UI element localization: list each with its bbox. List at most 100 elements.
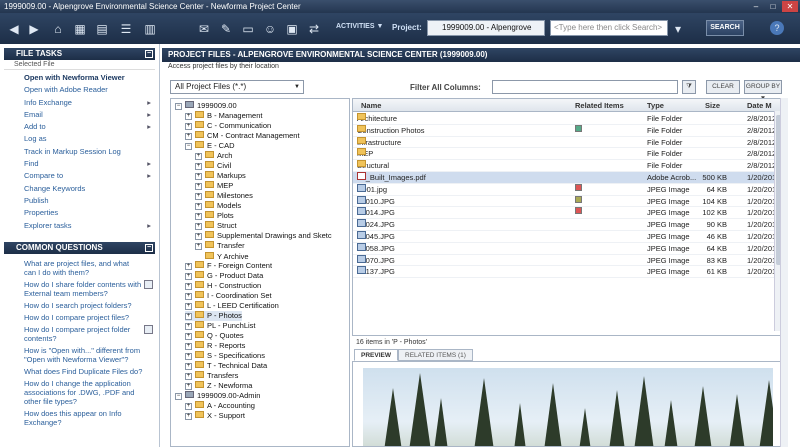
table-row[interactable]: Structural File Folder 2/8/2012 bbox=[353, 160, 781, 172]
group-by-button[interactable]: GROUP BY ▼ bbox=[744, 80, 782, 102]
file-tasks-header[interactable]: FILE TASKS − bbox=[4, 48, 155, 60]
expand-node-icon[interactable]: + bbox=[195, 163, 202, 170]
expand-node-icon[interactable]: + bbox=[185, 283, 192, 290]
related-item-icon[interactable] bbox=[575, 195, 582, 203]
expand-node-icon[interactable]: + bbox=[185, 413, 192, 420]
question-link[interactable]: How do I search project folders? bbox=[0, 301, 159, 310]
question-link[interactable]: How do I share folder contents with Exte… bbox=[0, 279, 159, 298]
expand-node-icon[interactable]: + bbox=[185, 323, 192, 330]
related-item-icon[interactable] bbox=[575, 207, 582, 215]
drawing-icon[interactable]: ✎ bbox=[218, 21, 234, 37]
tree-node[interactable]: + B - Management bbox=[185, 111, 262, 121]
tree-node[interactable]: + Models bbox=[195, 201, 241, 211]
close-button[interactable]: ✕ bbox=[782, 1, 798, 12]
task-item[interactable]: Properties bbox=[0, 207, 159, 219]
tree-node[interactable]: + Supplemental Drawings and Sketc bbox=[195, 231, 332, 241]
expand-node-icon[interactable]: + bbox=[195, 153, 202, 160]
task-item[interactable]: Open with Adobe Reader bbox=[0, 84, 159, 96]
table-row[interactable]: Construction Photos File Folder 2/8/2012 bbox=[353, 124, 781, 137]
common-questions-header[interactable]: COMMON QUESTIONS − bbox=[4, 241, 155, 254]
expand-node-icon[interactable]: + bbox=[185, 133, 192, 140]
column-name[interactable]: Name bbox=[361, 99, 381, 112]
folder-action-icon[interactable]: ✉ bbox=[196, 21, 212, 37]
tree-node[interactable]: Y Archive bbox=[195, 251, 249, 261]
expand-node-icon[interactable]: + bbox=[195, 213, 202, 220]
tree-node[interactable]: + Struct bbox=[195, 221, 237, 231]
projects-icon[interactable]: ▦ bbox=[72, 21, 88, 37]
tree-node[interactable]: + I - Coordination Set bbox=[185, 291, 272, 301]
expand-node-icon[interactable]: + bbox=[185, 303, 192, 310]
expand-node-icon[interactable]: + bbox=[185, 263, 192, 270]
tree-node[interactable]: + C - Communication bbox=[185, 121, 271, 131]
expand-node-icon[interactable]: + bbox=[185, 403, 192, 410]
expand-node-icon[interactable]: + bbox=[185, 333, 192, 340]
collapse-node-icon[interactable]: − bbox=[185, 143, 192, 150]
expand-node-icon[interactable]: + bbox=[195, 183, 202, 190]
question-link[interactable]: How do I change the application associat… bbox=[0, 379, 159, 406]
forward-icon[interactable]: ▶ bbox=[26, 21, 42, 37]
search-input[interactable]: <Type here then click Search> bbox=[550, 20, 668, 36]
tree-node[interactable]: + Markups bbox=[195, 171, 246, 181]
related-item-icon[interactable] bbox=[575, 183, 582, 191]
column-date-modified[interactable]: Date M bbox=[747, 99, 772, 112]
tree-node[interactable]: + Milestones bbox=[195, 191, 253, 201]
tree-node[interactable]: + G - Product Data bbox=[185, 271, 263, 281]
table-row[interactable]: Architecture File Folder 2/8/2012 bbox=[353, 113, 781, 125]
main-scrollbar[interactable] bbox=[780, 98, 788, 447]
project-selector[interactable]: 1999009.00 - Alpengrove bbox=[427, 20, 545, 36]
column-type[interactable]: Type bbox=[647, 99, 664, 112]
collapse-icon[interactable]: − bbox=[145, 243, 153, 252]
list-icon[interactable]: ☰ bbox=[118, 21, 134, 37]
table-row[interactable]: MEP File Folder 2/8/2012 bbox=[353, 148, 781, 161]
tree-node[interactable]: + H - Construction bbox=[185, 281, 261, 291]
tree-node[interactable]: − E - CAD bbox=[185, 141, 235, 151]
table-row[interactable]: LV014.JPG JPEG Image 102 KB 1/20/201 bbox=[353, 207, 781, 220]
expand-node-icon[interactable]: + bbox=[195, 193, 202, 200]
expand-node-icon[interactable]: + bbox=[185, 273, 192, 280]
table-row[interactable]: Infrastructure File Folder 2/8/2012 bbox=[353, 136, 781, 149]
tree-node[interactable]: + Transfer bbox=[195, 241, 245, 251]
tree-node[interactable]: + CM - Contract Management bbox=[185, 131, 300, 141]
expand-node-icon[interactable]: + bbox=[195, 223, 202, 230]
file-type-filter-select[interactable]: All Project Files (*.*) bbox=[170, 80, 304, 94]
tree-node[interactable]: + L - LEED Certification bbox=[185, 301, 279, 311]
minimize-button[interactable]: – bbox=[748, 1, 764, 12]
transfer-icon[interactable]: ⇄ bbox=[306, 21, 322, 37]
table-row[interactable]: lv001.jpg JPEG Image 64 KB 1/20/201 bbox=[353, 183, 781, 196]
related-item-icon[interactable] bbox=[575, 124, 582, 132]
tree-node[interactable]: − 1999009.00 bbox=[175, 101, 237, 111]
expand-node-icon[interactable]: + bbox=[185, 293, 192, 300]
task-item[interactable]: Log as bbox=[0, 133, 159, 145]
question-link[interactable]: How do I compare project folder contents… bbox=[0, 324, 159, 343]
table-row[interactable]: LV024.JPG JPEG Image 90 KB 1/20/201 bbox=[353, 219, 781, 231]
tree-node[interactable]: + PL - PunchList bbox=[185, 321, 256, 331]
back-icon[interactable]: ◀ bbox=[6, 21, 22, 37]
expand-node-icon[interactable]: + bbox=[185, 343, 192, 350]
table-row[interactable]: LV045.JPG JPEG Image 46 KB 1/20/201 bbox=[353, 231, 781, 243]
expand-node-icon[interactable]: + bbox=[185, 123, 192, 130]
task-item[interactable]: Compare to ▸ bbox=[0, 170, 159, 182]
column-size[interactable]: Size bbox=[705, 99, 720, 112]
table-row[interactable]: LV070.JPG JPEG Image 83 KB 1/20/201 bbox=[353, 254, 781, 267]
collapse-node-icon[interactable]: − bbox=[175, 393, 182, 400]
tab-preview[interactable]: PREVIEW bbox=[354, 349, 398, 361]
maximize-button[interactable]: □ bbox=[765, 1, 781, 12]
task-item[interactable]: Change Keywords bbox=[0, 183, 159, 195]
expand-node-icon[interactable]: + bbox=[185, 383, 192, 390]
tree-node[interactable]: + MEP bbox=[195, 181, 233, 191]
table-row[interactable]: LV058.JPG JPEG Image 64 KB 1/20/201 bbox=[353, 242, 781, 255]
table-row[interactable]: As_Built_Images.pdf Adobe Acrob... 500 KB 1… bbox=[353, 172, 781, 184]
home-icon[interactable]: ⌂ bbox=[50, 21, 66, 37]
tree-node[interactable]: + Plots bbox=[195, 211, 234, 221]
collapse-node-icon[interactable]: − bbox=[175, 103, 182, 110]
contacts-icon[interactable]: ☺ bbox=[262, 21, 278, 37]
tree-node[interactable]: + Q - Quotes bbox=[185, 331, 244, 341]
task-item[interactable]: Email ▸ bbox=[0, 109, 159, 121]
view-menu-icon[interactable]: ▥ bbox=[142, 21, 158, 37]
question-link[interactable]: What does Find Duplicate Files do? bbox=[0, 367, 159, 376]
task-item[interactable]: Find ▸ bbox=[0, 158, 159, 170]
tree-node[interactable]: + P - Photos bbox=[185, 311, 242, 321]
tab-related-items[interactable]: RELATED ITEMS (1) bbox=[398, 349, 473, 361]
question-link[interactable]: How does this appear on Info Exchange? bbox=[0, 409, 159, 427]
task-item[interactable]: Add to ▸ bbox=[0, 121, 159, 133]
